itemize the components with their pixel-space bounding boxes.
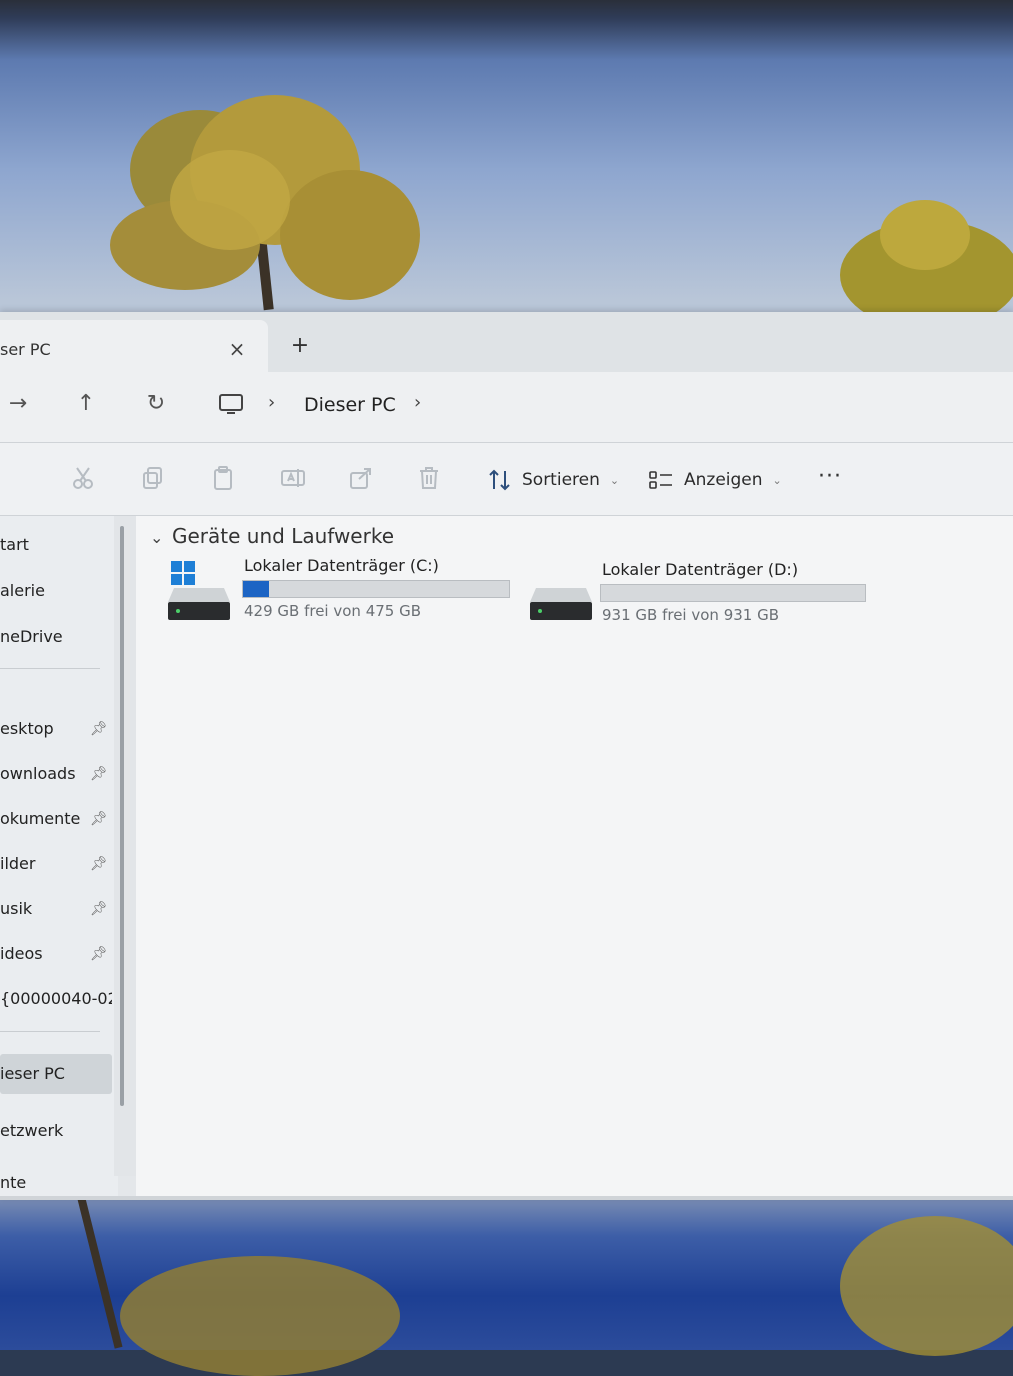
sort-icon <box>489 469 510 491</box>
forward-icon[interactable]: → <box>2 388 34 420</box>
sidebar-item-label: okumente <box>0 809 81 828</box>
windows-logo-icon <box>171 561 195 585</box>
cut-icon[interactable] <box>70 465 96 491</box>
drive-c-name: Lokaler Datenträger (C:) <box>244 556 439 575</box>
sidebar-item-label: etzwerk <box>0 1121 64 1140</box>
sort-button[interactable]: Sortieren ⌄ <box>488 467 619 493</box>
sidebar-item-label: ilder <box>0 854 36 873</box>
tab-dieser-pc[interactable]: ser PC × <box>0 320 268 372</box>
drive-d-usage-bar <box>600 584 866 602</box>
view-button[interactable]: Anzeigen ⌄ <box>648 467 782 493</box>
sidebar-item-label: tart <box>0 535 29 554</box>
sidebar-item-label: ownloads <box>0 764 76 783</box>
sidebar-item-label: {00000040-023C <box>0 989 112 1008</box>
window-bottom-edge <box>0 1196 1013 1200</box>
chevron-down-icon[interactable]: ⌄ <box>150 528 163 547</box>
more-options-button[interactable]: ··· <box>818 466 842 488</box>
drive-c-usage-bar <box>242 580 510 598</box>
sidebar-item-galerie[interactable]: alerie <box>0 574 112 608</box>
drive-d-name: Lokaler Datenträger (D:) <box>602 560 799 579</box>
up-icon[interactable]: ↑ <box>70 388 102 420</box>
sidebar-item-label: ieser PC <box>0 1064 65 1083</box>
chevron-down-icon: ⌄ <box>772 473 782 487</box>
drive-c-free-space: 429 GB frei von 475 GB <box>244 602 422 620</box>
drive-c-usage-fill <box>243 581 269 597</box>
sidebar-item-start[interactable]: tart <box>0 528 112 562</box>
copy-icon[interactable] <box>140 465 166 491</box>
navigation-pane: tart alerie neDrive esktop 📌︎ ownloads 📌︎ … <box>0 516 118 1200</box>
command-bar: Sortieren ⌄ Anzeigen ⌄ ··· <box>0 443 1013 516</box>
sidebar-divider <box>0 668 100 669</box>
delete-icon[interactable] <box>416 465 442 491</box>
drive-d-item[interactable]: Lokaler Datenträger (D:) 931 GB frei von… <box>530 556 870 636</box>
pin-icon: 📌︎ <box>90 946 108 962</box>
sidebar-item-label: alerie <box>0 581 45 600</box>
sidebar-item-musik[interactable]: usik 📌︎ <box>0 892 112 926</box>
rename-icon[interactable] <box>280 465 306 491</box>
breadcrumb-dieser-pc[interactable]: Dieser PC <box>304 394 396 416</box>
paste-icon[interactable] <box>210 465 236 491</box>
breadcrumb-separator[interactable]: › <box>414 392 421 413</box>
content-pane: ⌄ Geräte und Laufwerke Lokaler Datenträg… <box>136 516 1013 1200</box>
pin-icon: 📌︎ <box>90 856 108 872</box>
view-label: Anzeigen <box>684 470 763 490</box>
tab-bar: ser PC × + <box>0 312 1013 372</box>
pin-icon: 📌︎ <box>90 901 108 917</box>
drive-icon <box>530 588 592 620</box>
pin-icon: 📌︎ <box>90 811 108 827</box>
sidebar-item-dokumente[interactable]: okumente 📌︎ <box>0 802 112 836</box>
desktop-wallpaper-bottom <box>0 1196 1013 1376</box>
view-icon <box>649 471 672 489</box>
share-icon[interactable] <box>348 465 374 491</box>
sidebar-item-label: nte <box>0 1173 27 1192</box>
address-bar: → ↑ ↻ › Dieser PC › <box>0 372 1013 443</box>
breadcrumb-separator[interactable]: › <box>268 392 275 413</box>
new-tab-button[interactable]: + <box>288 334 312 358</box>
pin-icon: 📌︎ <box>90 721 108 737</box>
sidebar-item-netzwerk[interactable]: etzwerk <box>0 1114 112 1148</box>
sort-label: Sortieren <box>522 470 600 490</box>
sidebar-item-label: ideos <box>0 944 43 963</box>
sidebar-gutter <box>114 516 136 1176</box>
computer-icon[interactable] <box>218 388 244 420</box>
sidebar-scrollbar[interactable] <box>120 526 124 1106</box>
drive-d-free-space: 931 GB frei von 931 GB <box>602 606 780 624</box>
drive-icon <box>168 588 230 620</box>
tab-title: ser PC <box>0 340 51 359</box>
sidebar-item-desktop[interactable]: esktop 📌︎ <box>0 712 112 746</box>
sidebar-item-videos[interactable]: ideos 📌︎ <box>0 937 112 971</box>
chevron-down-icon: ⌄ <box>609 473 620 487</box>
sidebar-item-onedrive[interactable]: neDrive <box>0 620 112 654</box>
desktop-wallpaper-top <box>0 0 1013 330</box>
sidebar-item-bilder[interactable]: ilder 📌︎ <box>0 847 112 881</box>
sidebar-item-label: esktop <box>0 719 54 738</box>
sidebar-divider <box>0 1031 100 1032</box>
close-tab-button[interactable]: × <box>226 338 248 360</box>
file-explorer-window: ser PC × + → ↑ ↻ › Dieser PC › Sortieren… <box>0 312 1013 1200</box>
sidebar-item-downloads[interactable]: ownloads 📌︎ <box>0 757 112 791</box>
sidebar-item-guid-folder[interactable]: {00000040-023C <box>0 982 112 1016</box>
sidebar-item-linux[interactable]: nte <box>0 1166 112 1200</box>
section-header-devices[interactable]: Geräte und Laufwerke <box>172 524 394 548</box>
sidebar-item-dieser-pc[interactable]: ieser PC <box>0 1054 112 1094</box>
refresh-icon[interactable]: ↻ <box>140 388 172 420</box>
sidebar-item-label: usik <box>0 899 33 918</box>
drive-c-item[interactable]: Lokaler Datenträger (C:) 429 GB frei von… <box>168 556 518 636</box>
sidebar-item-label: neDrive <box>0 627 63 646</box>
pin-icon: 📌︎ <box>90 766 108 782</box>
